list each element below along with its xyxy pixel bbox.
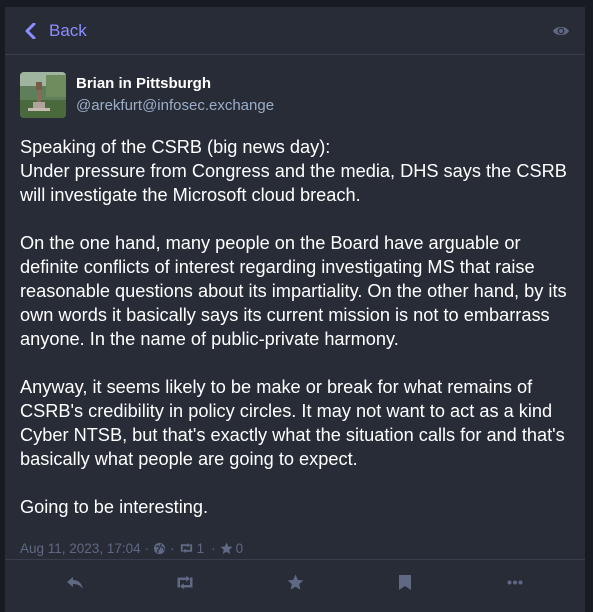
retweet-icon bbox=[180, 542, 192, 554]
action-bar bbox=[5, 559, 585, 605]
status-panel: Back Brian in Pittsburgh @arekfurt@infos… bbox=[5, 7, 585, 612]
boost-button[interactable] bbox=[155, 563, 215, 603]
paragraph-line: On the one hand, many people on the Boar… bbox=[20, 233, 567, 349]
boost-count: 1 bbox=[196, 540, 205, 556]
status-content: Speaking of the CSRB (big news day): Und… bbox=[20, 135, 570, 519]
paragraph-line: Anyway, it seems likely to be make or br… bbox=[20, 377, 565, 469]
star-icon bbox=[220, 541, 233, 554]
reply-button[interactable] bbox=[45, 563, 105, 603]
paragraph: Anyway, it seems likely to be make or br… bbox=[20, 375, 570, 471]
globe-icon bbox=[154, 542, 166, 554]
eye-icon[interactable] bbox=[552, 24, 570, 38]
meta-separator: · bbox=[170, 540, 175, 556]
chevron-left-icon bbox=[25, 22, 36, 39]
paragraph-line: Speaking of the CSRB (big news day): bbox=[20, 137, 331, 157]
back-button[interactable]: Back bbox=[24, 21, 87, 41]
more-button[interactable] bbox=[485, 563, 545, 603]
paragraph-line: Going to be interesting. bbox=[20, 497, 209, 517]
meta-separator: · bbox=[211, 540, 216, 556]
account-handle: @arekfurt@infosec.exchange bbox=[76, 97, 275, 114]
avatar[interactable] bbox=[20, 72, 66, 118]
retweet-icon bbox=[177, 575, 193, 590]
back-label: Back bbox=[49, 20, 87, 40]
paragraph-line: Under pressure from Congress and the med… bbox=[20, 161, 567, 205]
paragraph: Speaking of the CSRB (big news day): Und… bbox=[20, 135, 570, 207]
account-info[interactable]: Brian in Pittsburgh @arekfurt@infosec.ex… bbox=[20, 72, 570, 118]
favourite-count: 0 bbox=[235, 540, 244, 556]
paragraph: Going to be interesting. bbox=[20, 495, 570, 519]
meta-separator: · bbox=[144, 540, 150, 556]
bookmark-icon bbox=[399, 575, 411, 590]
favourite-button[interactable] bbox=[265, 563, 325, 603]
column-header: Back bbox=[5, 7, 585, 55]
status: Brian in Pittsburgh @arekfurt@infosec.ex… bbox=[5, 55, 585, 556]
star-icon bbox=[287, 574, 303, 590]
paragraph: On the one hand, many people on the Boar… bbox=[20, 231, 570, 351]
status-meta: Aug 11, 2023, 17:04 · · 1 · 0 bbox=[20, 540, 570, 556]
bookmark-button[interactable] bbox=[375, 563, 435, 603]
display-name[interactable]: Brian in Pittsburgh bbox=[76, 75, 274, 93]
reply-icon bbox=[67, 576, 83, 589]
ellipsis-icon bbox=[507, 580, 523, 585]
timestamp[interactable]: Aug 11, 2023, 17:04 bbox=[20, 541, 141, 556]
